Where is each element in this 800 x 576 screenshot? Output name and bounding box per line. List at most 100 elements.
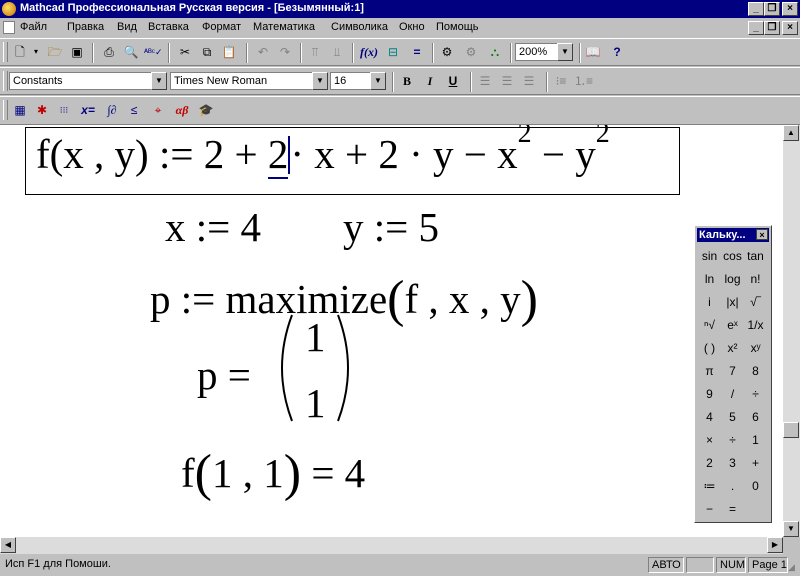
menu-view[interactable]: Вид	[117, 21, 137, 33]
style-combo[interactable]: Constants	[9, 72, 151, 90]
menu-edit[interactable]: Правка	[67, 21, 104, 33]
f-evaluation[interactable]: f(1 , 1) = 4	[181, 441, 365, 502]
calculator-key[interactable]: 5	[721, 407, 744, 427]
calculator-key[interactable]: .	[721, 476, 744, 496]
graph-toolbar-icon[interactable]: ✱	[33, 102, 51, 118]
horizontal-scrollbar[interactable]: ◀ ▶	[0, 537, 783, 554]
bullets-icon[interactable]: ⁝≡	[552, 73, 570, 89]
new-dropdown-arrow-icon[interactable]: ▾	[27, 44, 45, 60]
calculator-key[interactable]: 6	[744, 407, 767, 427]
cut-icon[interactable]: ✂	[176, 44, 194, 60]
restore-button[interactable]: ❐	[764, 2, 780, 16]
copy-icon[interactable]: ⧉	[198, 44, 216, 60]
calculator-key[interactable]: 1	[744, 430, 767, 450]
menu-insert[interactable]: Вставка	[148, 21, 189, 33]
zoom-dropdown-arrow-icon[interactable]: ▼	[557, 43, 573, 61]
doc-restore-button[interactable]: ❐	[764, 21, 780, 35]
insert-unit-icon[interactable]: ⊟	[384, 44, 402, 60]
print-preview-icon[interactable]: 🔍	[122, 44, 140, 60]
calculator-key[interactable]: sin	[698, 246, 721, 266]
insert-hyperlink-icon[interactable]: ⚙	[438, 44, 456, 60]
run-mathconnex-icon[interactable]: ⛬	[486, 44, 504, 60]
italic-button[interactable]: I	[421, 73, 439, 89]
calculator-key[interactable]: |x|	[721, 292, 744, 312]
calculator-key[interactable]: xʸ	[744, 338, 767, 358]
align-down-icon[interactable]: ⫫	[328, 44, 346, 60]
boolean-toolbar-icon[interactable]: ≤	[125, 102, 143, 118]
doc-close-button[interactable]: ×	[782, 21, 798, 35]
insert-function-icon[interactable]: f(x)	[360, 44, 378, 60]
calculator-key[interactable]: ÷	[744, 384, 767, 404]
menu-math[interactable]: Математика	[253, 21, 315, 33]
x-assignment[interactable]: x := 4	[165, 203, 261, 251]
scroll-left-arrow-icon[interactable]: ◀	[0, 537, 16, 553]
font-combo[interactable]: Times New Roman	[170, 72, 312, 90]
calculator-key[interactable]: 2	[698, 453, 721, 473]
calculator-title[interactable]: Кальку... ×	[697, 228, 769, 242]
calculator-key[interactable]: 1/x	[744, 315, 767, 335]
calculator-key[interactable]: +	[744, 453, 767, 473]
menu-format[interactable]: Формат	[202, 21, 241, 33]
print-icon[interactable]: ⎙	[100, 44, 118, 60]
font-size-dropdown-arrow-icon[interactable]: ▼	[370, 72, 386, 90]
calculator-key[interactable]: ⁿ√	[698, 315, 721, 335]
underline-button[interactable]: U	[444, 73, 462, 89]
y-assignment[interactable]: y := 5	[343, 203, 439, 251]
calculator-key[interactable]: −	[698, 499, 721, 519]
calculator-key[interactable]: i	[698, 292, 721, 312]
calculator-key[interactable]: /	[721, 384, 744, 404]
evaluation-toolbar-icon[interactable]: x=	[79, 102, 97, 118]
calculator-key[interactable]: 4	[698, 407, 721, 427]
doc-minimize-button[interactable]: _	[748, 21, 764, 35]
calculator-key[interactable]: cos	[721, 246, 744, 266]
scroll-up-arrow-icon[interactable]: ▲	[783, 125, 799, 141]
symbolic-toolbar-icon[interactable]: 🎓	[197, 102, 215, 118]
calculator-key[interactable]: ÷	[721, 430, 744, 450]
align-top-icon[interactable]: ⫪	[306, 44, 324, 60]
close-button[interactable]: ×	[782, 2, 798, 16]
greek-toolbar-icon[interactable]: αβ	[173, 102, 191, 118]
menu-window[interactable]: Окно	[399, 21, 425, 33]
open-folder-icon[interactable]: 🗁	[46, 44, 64, 60]
toolbar-grip[interactable]	[3, 100, 8, 120]
scroll-right-arrow-icon[interactable]: ▶	[767, 537, 783, 553]
mathcad-app-icon[interactable]	[2, 2, 16, 16]
calculator-key[interactable]: 9	[698, 384, 721, 404]
scroll-down-arrow-icon[interactable]: ▼	[783, 521, 799, 537]
calculator-key[interactable]: √‾	[744, 292, 767, 312]
align-center-icon[interactable]: ☰	[498, 73, 516, 89]
resize-grip-icon[interactable]: ◢	[788, 562, 795, 573]
calculator-key[interactable]: ln	[698, 269, 721, 289]
numbering-icon[interactable]: ⒈≡	[574, 73, 593, 89]
calculator-key[interactable]: n!	[744, 269, 767, 289]
calculate-icon[interactable]: =	[408, 44, 426, 60]
calculator-key[interactable]: 8	[744, 361, 767, 381]
minimize-button[interactable]: _	[748, 2, 764, 16]
align-left-icon[interactable]: ☰	[476, 73, 494, 89]
resource-center-icon[interactable]: 📖	[584, 44, 602, 60]
calculator-key[interactable]: x²	[721, 338, 744, 358]
matrix-toolbar-icon[interactable]: ⁝⁝⁝	[55, 102, 73, 118]
menu-help[interactable]: Помощь	[436, 21, 479, 33]
calculator-key[interactable]: 7	[721, 361, 744, 381]
p-result-lhs[interactable]: p =	[197, 351, 251, 399]
toolbar-grip[interactable]	[3, 42, 8, 62]
calculator-key[interactable]: 3	[721, 453, 744, 473]
zoom-combo[interactable]: 200%	[515, 43, 557, 61]
document-icon[interactable]	[3, 21, 15, 34]
calculator-palette[interactable]: Кальку... × sin cos tan ln log n! i |x| √‾ ⁿ√ eˣ 1/…	[694, 225, 772, 523]
menu-file[interactable]: Файл	[20, 21, 47, 33]
close-icon[interactable]: ×	[756, 229, 768, 240]
font-size-combo[interactable]: 16	[330, 72, 370, 90]
undo-icon[interactable]: ↶	[254, 44, 272, 60]
calculator-toolbar-icon[interactable]: ▦	[11, 102, 29, 118]
style-dropdown-arrow-icon[interactable]: ▼	[151, 72, 167, 90]
help-icon[interactable]: ?	[608, 44, 626, 60]
toolbar-grip[interactable]	[3, 71, 8, 91]
calculator-key[interactable]: ≔	[698, 476, 721, 496]
worksheet[interactable]: f(x , y) := 2 + 2· x + 2 · y − x2 − y2 x…	[0, 125, 783, 537]
save-disk-icon[interactable]: ▣	[68, 44, 86, 60]
font-dropdown-arrow-icon[interactable]: ▼	[312, 72, 328, 90]
calculator-key[interactable]: π	[698, 361, 721, 381]
insert-component-icon[interactable]: ⚙	[462, 44, 480, 60]
